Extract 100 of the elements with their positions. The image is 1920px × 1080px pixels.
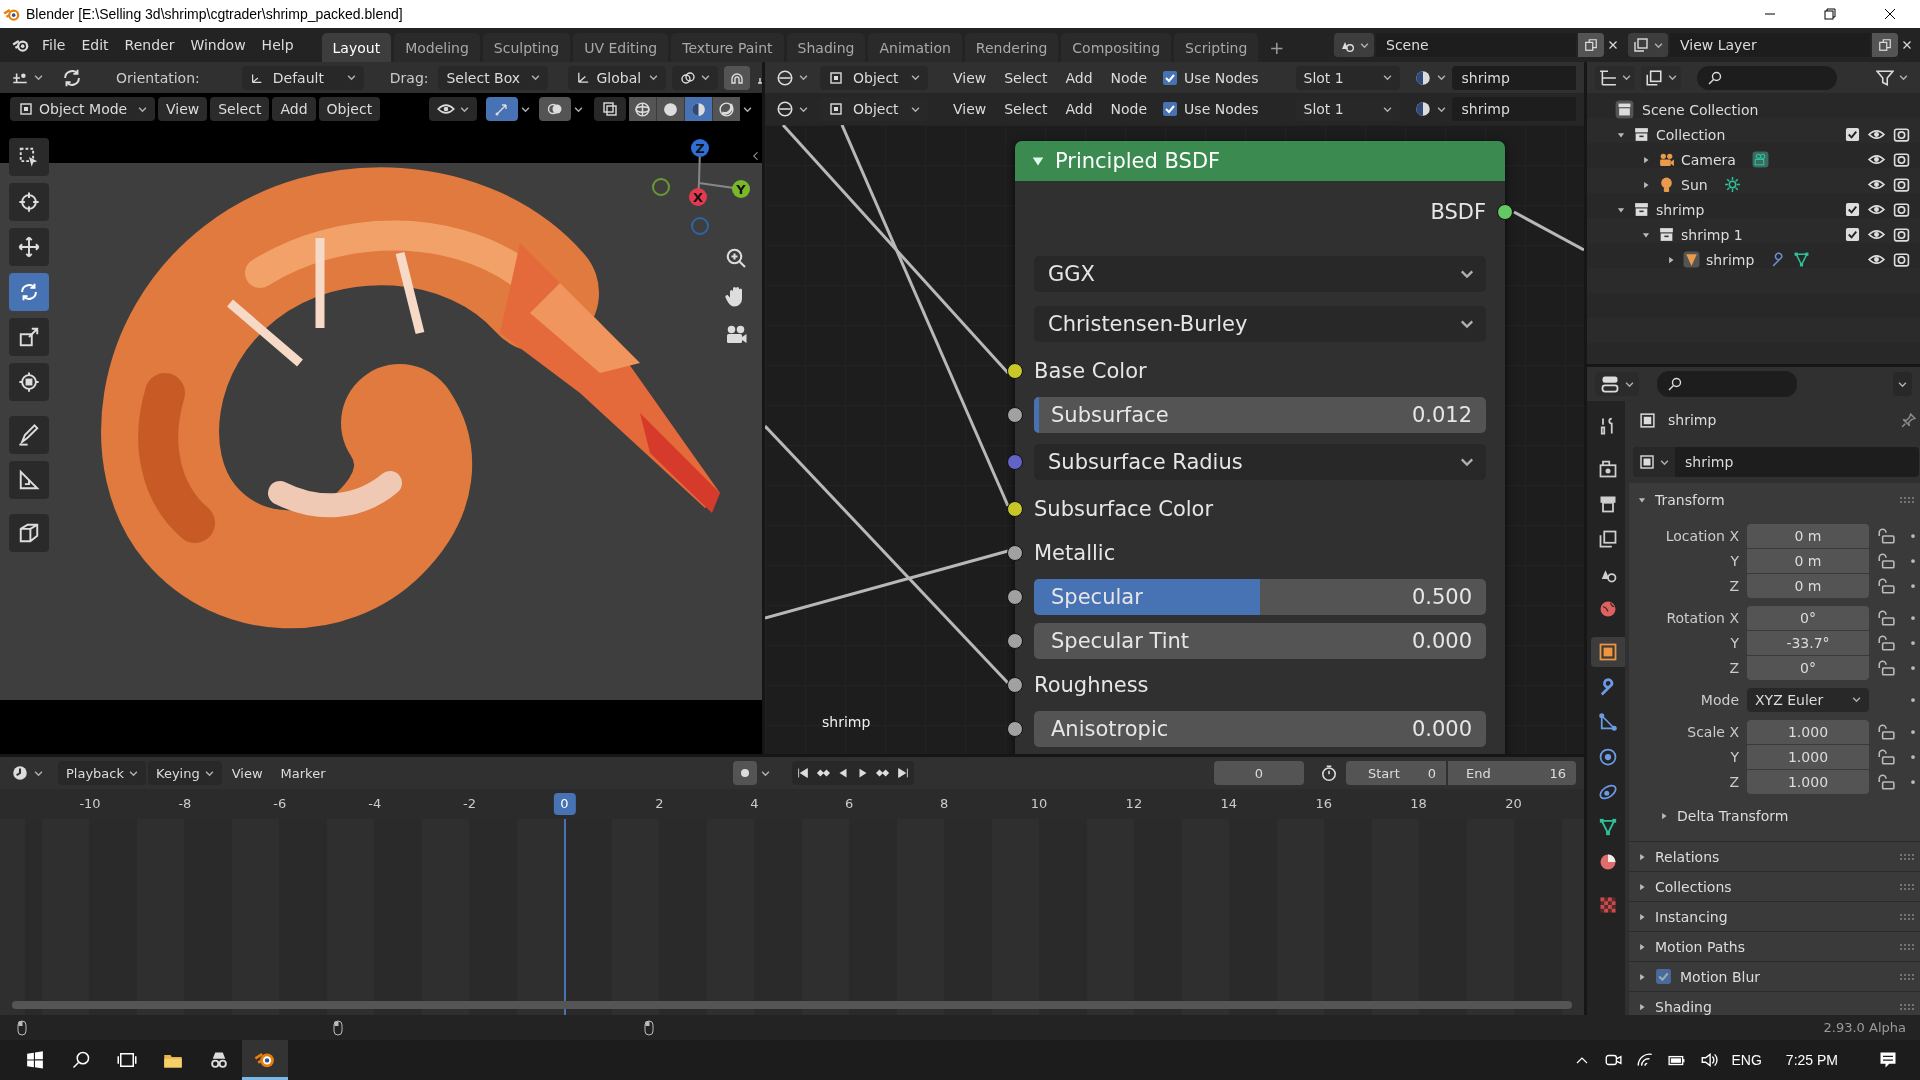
material-name-field[interactable]: shrimp — [1451, 65, 1576, 90]
field-label: Scale X — [1686, 723, 1739, 740]
frame-number: 14 — [1220, 796, 1238, 811]
use-nodes-checkbox[interactable]: Use Nodes — [1158, 97, 1263, 121]
outliner-item[interactable]: Sun — [1681, 176, 1708, 193]
outliner-item[interactable]: Collection — [1656, 126, 1726, 143]
outliner-item[interactable]: Scene Collection — [1642, 101, 1759, 118]
field-label: Y — [1729, 634, 1739, 651]
socket-label: Metallic — [1034, 541, 1116, 565]
panel-header[interactable]: Relations — [1655, 848, 1720, 865]
menu-item[interactable]: File — [34, 32, 74, 58]
workspace-tab[interactable]: Rendering — [964, 33, 1059, 62]
node-dropdown[interactable]: Subsurface Radius — [1034, 444, 1486, 480]
menu-item[interactable]: Help — [253, 32, 302, 58]
menu-item[interactable]: Playback — [58, 761, 146, 785]
current-frame-field[interactable]: 0 — [1214, 761, 1304, 785]
frame-number: -4 — [368, 796, 382, 811]
menu-item[interactable]: Node — [1102, 65, 1156, 90]
menu-item[interactable]: Add — [272, 97, 316, 121]
panel-header[interactable]: Shading — [1655, 998, 1712, 1015]
panel-header[interactable]: Instancing — [1655, 908, 1728, 925]
add-workspace-button[interactable]: + — [1261, 33, 1293, 62]
start-frame-field[interactable]: Start 0 — [1346, 761, 1446, 785]
shader-type-dropdown[interactable]: Object — [820, 65, 928, 90]
number-field[interactable]: 0 m — [1747, 523, 1869, 548]
menu-item[interactable]: Select — [996, 65, 1056, 90]
outliner-item[interactable]: shrimp 1 — [1681, 226, 1743, 243]
menu-item[interactable]: Marker — [272, 761, 334, 785]
panel-header[interactable]: Collections — [1655, 878, 1732, 895]
clock-time[interactable]: 7:25 PM — [1785, 1052, 1838, 1068]
orientation-dropdown[interactable]: Default — [241, 65, 364, 90]
language-indicator[interactable]: ENG — [1731, 1052, 1762, 1068]
scene-name-field[interactable]: Scene — [1376, 33, 1576, 57]
menu-item[interactable]: Node — [1102, 97, 1156, 121]
slot-dropdown[interactable]: Slot 1 — [1295, 65, 1400, 90]
number-field[interactable]: 1.000 — [1747, 769, 1869, 794]
menu-item[interactable]: Select — [210, 97, 270, 121]
material-name-field[interactable]: shrimp — [1451, 97, 1576, 121]
menu-item[interactable]: Edit — [73, 32, 117, 58]
menu-item[interactable]: View — [945, 97, 995, 121]
menu-item[interactable]: Keying — [148, 761, 222, 785]
menu-item[interactable]: View — [223, 761, 271, 785]
view-layer-name-field[interactable]: View Layer — [1670, 33, 1870, 57]
field-label: Location X — [1664, 527, 1739, 544]
workspace-tab[interactable]: Texture Paint — [671, 33, 784, 62]
rotation-mode-dropdown[interactable]: XYZ Euler — [1747, 687, 1869, 712]
menu-item[interactable]: Add — [1057, 97, 1101, 121]
value-slider[interactable]: Specular 0.500 — [1034, 579, 1486, 615]
workspace-tab[interactable]: Compositing — [1061, 33, 1172, 62]
field-label: Mode — [1699, 691, 1739, 708]
number-field[interactable]: -33.7° — [1747, 630, 1869, 655]
use-nodes-checkbox[interactable]: Use Nodes — [1158, 65, 1263, 90]
drag-label: Drag: — [388, 69, 430, 86]
menu-item[interactable]: View — [945, 65, 995, 90]
mode-dropdown[interactable]: Object Mode — [10, 97, 155, 121]
value-slider[interactable]: Specular Tint 0.000 — [1034, 623, 1486, 659]
frame-number: -6 — [273, 796, 287, 811]
menu-item[interactable]: Window — [182, 32, 254, 58]
workspace-tab[interactable]: Scripting — [1174, 33, 1259, 62]
menu-item[interactable]: Select — [996, 97, 1056, 121]
menu-item[interactable]: Render — [116, 32, 183, 58]
subpanel-header[interactable]: Delta Transform — [1677, 808, 1789, 824]
frame-number: 10 — [1030, 796, 1048, 811]
menu-item[interactable]: Add — [1057, 65, 1101, 90]
workspace-tab[interactable]: Layout — [321, 33, 392, 62]
workspace-tab[interactable]: Shading — [786, 33, 866, 62]
node-dropdown[interactable]: GGX — [1034, 256, 1486, 292]
number-field[interactable]: 0° — [1747, 605, 1869, 630]
transform-orientation-dropdown[interactable]: Global — [568, 65, 667, 90]
panel-header[interactable]: Motion Blur — [1680, 968, 1761, 985]
number-field[interactable]: 0° — [1747, 655, 1869, 680]
node-dropdown[interactable]: Christensen-Burley — [1034, 306, 1486, 342]
frame-number: -10 — [79, 796, 101, 811]
frame-number: 16 — [1315, 796, 1332, 811]
value-slider[interactable]: Anisotropic 0.000 — [1034, 711, 1486, 747]
object-name-field[interactable]: shrimp — [1675, 454, 1734, 470]
outliner-item[interactable]: shrimp — [1656, 201, 1705, 218]
end-frame-field[interactable]: End 16 — [1448, 761, 1576, 785]
node-title: Principled BSDF — [1055, 149, 1221, 173]
value-slider[interactable]: Subsurface 0.012 — [1034, 397, 1486, 433]
current-frame-indicator[interactable]: 0 — [553, 793, 576, 815]
workspace-tab[interactable]: Modeling — [394, 33, 480, 62]
number-field[interactable]: 1.000 — [1747, 744, 1869, 769]
workspace-tab[interactable]: UV Editing — [573, 33, 669, 62]
drag-dropdown[interactable]: Select Box — [438, 65, 549, 90]
panel-header[interactable]: Transform — [1655, 492, 1725, 508]
panel-header[interactable]: Motion Paths — [1655, 938, 1745, 955]
version-label: 2.93.0 Alpha — [1823, 1020, 1906, 1035]
number-field[interactable]: 0 m — [1747, 573, 1869, 598]
number-field[interactable]: 0 m — [1747, 548, 1869, 573]
socket-label: Roughness — [1034, 673, 1149, 697]
frame-number: -8 — [178, 796, 192, 811]
frame-number: 8 — [939, 796, 949, 811]
menu-item[interactable]: View — [158, 97, 208, 121]
workspace-tab[interactable]: Animation — [868, 33, 962, 62]
workspace-tab[interactable]: Sculpting — [482, 33, 571, 62]
outliner-item[interactable]: shrimp — [1706, 251, 1755, 268]
outliner-item[interactable]: Camera — [1681, 151, 1736, 168]
menu-item[interactable]: Object — [318, 97, 381, 121]
number-field[interactable]: 1.000 — [1747, 719, 1869, 744]
